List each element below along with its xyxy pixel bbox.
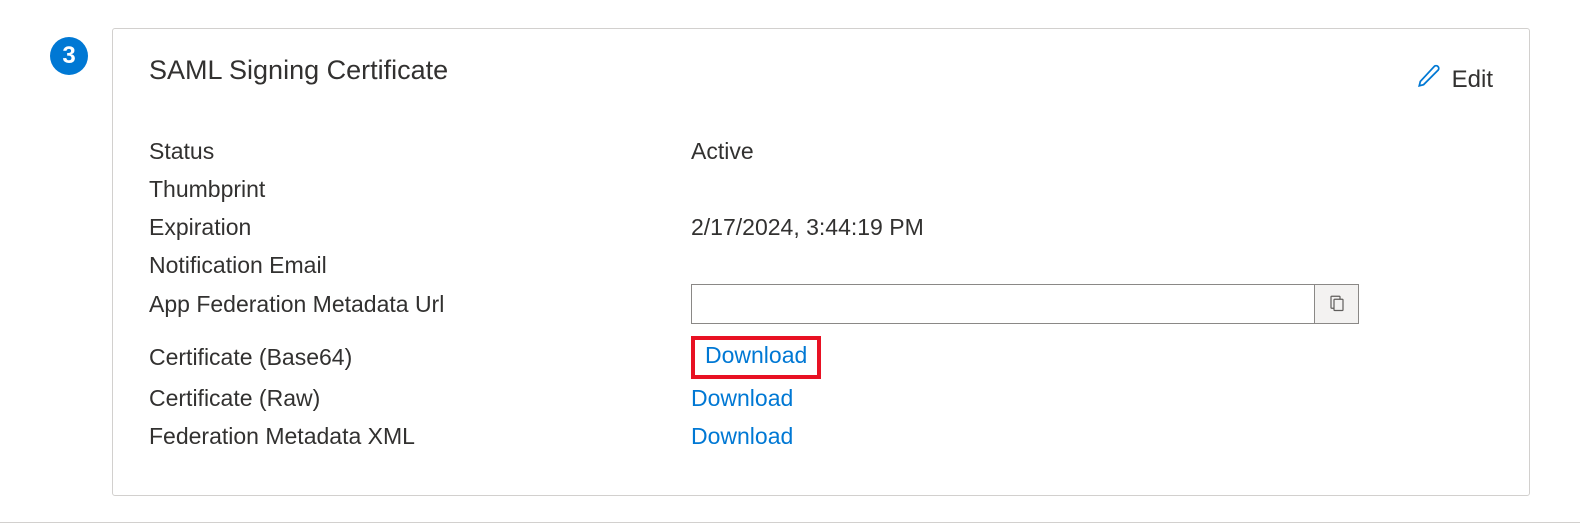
federation-url-row: App Federation Metadata Url — [149, 284, 1493, 324]
federation-url-input-container — [691, 284, 1359, 324]
metadata-xml-row: Federation Metadata XML Download — [149, 417, 1493, 455]
cert-base64-row: Certificate (Base64) Download — [149, 336, 1493, 379]
status-row: Status Active — [149, 132, 1493, 170]
card-header: SAML Signing Certificate Edit — [149, 55, 1493, 96]
cert-base64-label: Certificate (Base64) — [149, 344, 691, 371]
edit-label: Edit — [1452, 66, 1493, 94]
download-highlight: Download — [691, 336, 821, 379]
metadata-xml-download-link[interactable]: Download — [691, 423, 793, 450]
metadata-xml-label: Federation Metadata XML — [149, 423, 691, 450]
edit-button[interactable]: Edit — [1416, 63, 1493, 96]
expiration-value: 2/17/2024, 3:44:19 PM — [691, 214, 924, 241]
expiration-label: Expiration — [149, 214, 691, 241]
cert-raw-row: Certificate (Raw) Download — [149, 379, 1493, 417]
thumbprint-label: Thumbprint — [149, 176, 691, 203]
card-title: SAML Signing Certificate — [149, 55, 448, 86]
pencil-icon — [1416, 63, 1442, 96]
step-badge: 3 — [50, 37, 88, 75]
notification-email-row: Notification Email — [149, 246, 1493, 284]
status-label: Status — [149, 138, 691, 165]
federation-url-input[interactable] — [692, 285, 1314, 323]
status-value: Active — [691, 138, 754, 165]
cert-raw-label: Certificate (Raw) — [149, 385, 691, 412]
step-number: 3 — [62, 42, 75, 70]
saml-signing-certificate-card: SAML Signing Certificate Edit Status Act… — [112, 28, 1530, 496]
copy-icon — [1328, 294, 1346, 315]
thumbprint-row: Thumbprint — [149, 170, 1493, 208]
cert-raw-download-link[interactable]: Download — [691, 385, 793, 412]
notification-email-label: Notification Email — [149, 252, 691, 279]
federation-url-label: App Federation Metadata Url — [149, 291, 691, 318]
copy-button[interactable] — [1314, 285, 1358, 323]
cert-base64-download-link[interactable]: Download — [705, 342, 807, 368]
expiration-row: Expiration 2/17/2024, 3:44:19 PM — [149, 208, 1493, 246]
